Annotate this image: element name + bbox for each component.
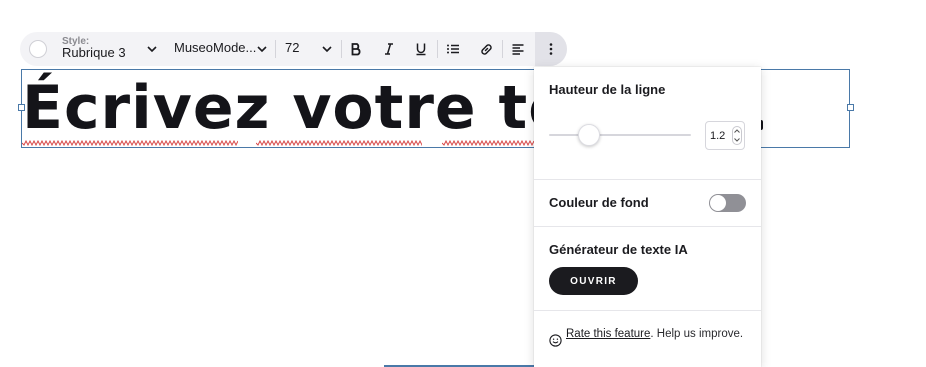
text-toolbar: Style: Rubrique 3 MuseoMode... 72 [20, 32, 567, 66]
line-height-title: Hauteur de la ligne [549, 82, 666, 97]
italic-button[interactable] [377, 37, 401, 61]
more-options-button[interactable] [535, 32, 567, 66]
link-icon [480, 43, 492, 55]
bold-icon [351, 43, 361, 56]
line-height-slider-track[interactable] [549, 134, 691, 136]
chevron-up-icon[interactable] [734, 129, 740, 134]
italic-icon [385, 43, 393, 55]
open-ai-generator-button[interactable]: OUVRIR [549, 267, 638, 295]
spellcheck-underline [22, 140, 238, 146]
link-button[interactable] [474, 37, 498, 61]
align-left-icon [512, 44, 524, 55]
underline-button[interactable] [409, 37, 433, 61]
toolbar-divider [341, 40, 342, 58]
chevron-down-icon[interactable] [321, 43, 333, 55]
more-vertical-icon [549, 43, 553, 55]
style-value: Rubrique 3 [62, 45, 126, 60]
line-height-value[interactable]: 1.2 [710, 130, 725, 142]
toolbar-divider [502, 40, 503, 58]
chevron-down-icon[interactable] [734, 137, 740, 142]
text-options-panel: Hauteur de la ligne 1.2 Couleur de fond … [534, 67, 761, 367]
toolbar-divider [275, 40, 276, 58]
underline-icon [416, 43, 426, 56]
headline-text[interactable]: Écrivez votre tex [22, 71, 534, 145]
ai-generator-title: Générateur de texte IA [549, 242, 688, 257]
font-size-dropdown[interactable]: 72 [285, 40, 299, 56]
chevron-down-icon[interactable] [256, 43, 268, 55]
toggle-knob [710, 195, 726, 211]
style-dropdown[interactable]: Style: Rubrique 3 [62, 36, 162, 62]
bold-button[interactable] [344, 37, 368, 61]
line-height-stepper[interactable]: 1.2 [705, 121, 745, 150]
bulleted-list-button[interactable] [441, 37, 465, 61]
stepper-arrows[interactable] [732, 126, 742, 145]
text-color-swatch[interactable] [29, 40, 47, 58]
resize-handle-right[interactable] [847, 104, 854, 111]
background-color-title: Couleur de fond [549, 195, 649, 210]
panel-divider [534, 179, 761, 180]
rate-feature-link[interactable]: Rate this feature [566, 328, 650, 340]
spellcheck-underline [256, 140, 422, 146]
panel-divider [534, 310, 761, 311]
align-button[interactable] [506, 37, 530, 61]
line-height-slider-thumb[interactable] [577, 124, 600, 146]
bulleted-list-icon [447, 44, 459, 54]
toolbar-divider [437, 40, 438, 58]
font-family-dropdown[interactable]: MuseoMode... [174, 40, 256, 56]
smiley-icon [549, 334, 562, 347]
background-color-toggle[interactable] [709, 194, 746, 212]
panel-divider [534, 226, 761, 227]
spellcheck-underline [442, 140, 534, 146]
feedback-text: Rate this feature. Help us improve. [566, 326, 746, 342]
feedback-rest-text: . Help us improve. [650, 328, 744, 340]
chevron-down-icon [146, 43, 158, 55]
